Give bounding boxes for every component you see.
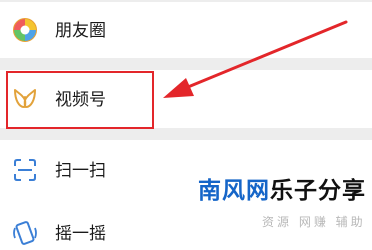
moments-icon xyxy=(12,17,38,43)
menu-item-label: 扫一扫 xyxy=(55,161,106,181)
watermark-brand: 南风网 xyxy=(198,178,270,204)
watermark-title: 南风网乐子分享 xyxy=(198,178,366,204)
section-divider xyxy=(0,58,372,70)
section-divider xyxy=(0,128,372,140)
shake-icon xyxy=(12,220,38,246)
watermark-subtitle: 资源 网赚 辅助 xyxy=(262,215,366,229)
menu-item-moments[interactable]: 朋友圈 xyxy=(0,2,372,58)
menu-item-label: 摇一摇 xyxy=(55,224,106,244)
menu-item-label: 朋友圈 xyxy=(55,21,106,41)
watermark-slogan: 乐子分享 xyxy=(270,178,366,204)
highlight-box xyxy=(6,71,154,129)
scan-icon xyxy=(12,157,38,183)
